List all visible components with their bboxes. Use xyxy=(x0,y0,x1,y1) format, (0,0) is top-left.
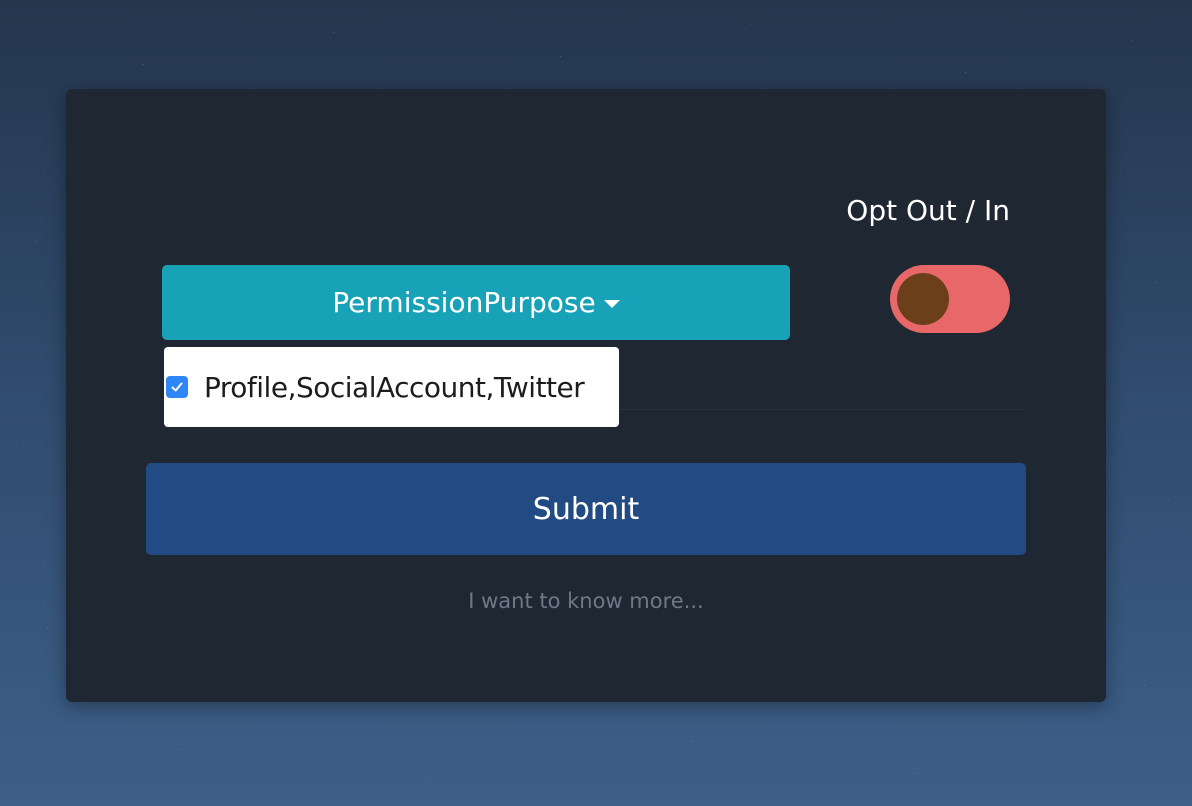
permission-purpose-dropdown[interactable]: PermissionPurpose xyxy=(162,265,790,340)
know-more-link[interactable]: I want to know more... xyxy=(66,589,1106,613)
dropdown-label: PermissionPurpose xyxy=(332,286,596,319)
toggle-knob xyxy=(897,273,949,325)
checkmark-icon xyxy=(171,382,183,392)
opt-out-in-label: Opt Out / In xyxy=(846,194,1010,227)
purpose-checkbox[interactable] xyxy=(166,376,188,398)
opt-out-in-toggle[interactable] xyxy=(890,265,1010,333)
submit-button[interactable]: Submit xyxy=(146,463,1026,555)
permission-purpose-menu: Profile,SocialAccount,Twitter xyxy=(164,347,619,427)
consent-card: Opt Out / In PermissionPurpose Profile,S… xyxy=(66,89,1106,702)
purpose-item-label[interactable]: Profile,SocialAccount,Twitter xyxy=(204,371,585,404)
chevron-down-icon xyxy=(603,299,620,308)
divider xyxy=(619,409,1025,410)
